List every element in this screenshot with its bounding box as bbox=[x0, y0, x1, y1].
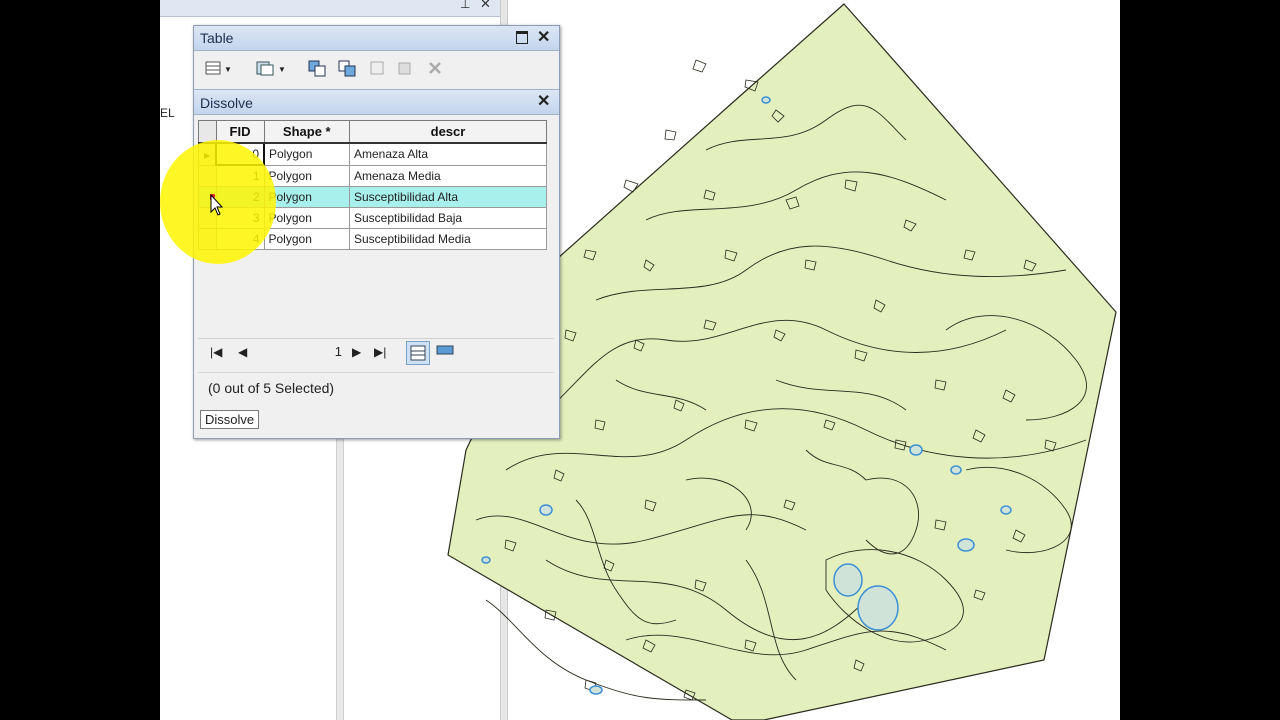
cell-descr[interactable]: Amenaza Alta bbox=[349, 142, 547, 166]
table-header-row: FID Shape * descr bbox=[198, 120, 547, 144]
mouse-pointer-icon bbox=[210, 194, 224, 216]
clear-selection-icon[interactable] bbox=[338, 59, 356, 77]
cell-descr[interactable]: Susceptibilidad Alta bbox=[349, 186, 547, 208]
tab-dissolve[interactable]: Dissolve bbox=[200, 410, 260, 429]
next-record-icon[interactable]: ▶ bbox=[352, 345, 361, 359]
delete-icon[interactable] bbox=[426, 59, 444, 77]
show-selected-records-icon[interactable] bbox=[434, 341, 456, 363]
last-record-icon[interactable]: ▶| bbox=[374, 345, 386, 359]
selected-rows-icon bbox=[436, 345, 454, 355]
previous-record-icon[interactable]: ◀ bbox=[238, 345, 247, 359]
column-header-shape[interactable]: Shape * bbox=[263, 120, 350, 144]
desktop-screen: ⊥ ✕ EL Table ✕ ▼ ▼ Dissolve ✕ FID Shape … bbox=[160, 0, 1120, 720]
table-options-icon[interactable] bbox=[204, 59, 222, 77]
zoom-to-selected-icon[interactable] bbox=[368, 59, 386, 77]
table-toolbar: ▼ ▼ bbox=[194, 51, 559, 85]
cell-shape[interactable]: Polygon bbox=[263, 186, 350, 208]
toc-panel-header bbox=[160, 0, 346, 17]
switch-selection-icon[interactable] bbox=[308, 59, 326, 77]
window-close-icon[interactable]: ✕ bbox=[537, 27, 550, 47]
table-tab-header[interactable]: Dissolve ✕ bbox=[194, 89, 559, 115]
window-title: Table bbox=[200, 30, 234, 46]
chevron-down-icon[interactable]: ▼ bbox=[278, 65, 286, 74]
panel-splitter[interactable] bbox=[336, 430, 344, 720]
window-title-bar[interactable]: Table ✕ bbox=[194, 26, 559, 51]
table-tab-title: Dissolve bbox=[200, 95, 253, 111]
cell-descr[interactable]: Amenaza Media bbox=[349, 164, 547, 187]
status-divider bbox=[198, 372, 554, 373]
maximize-icon[interactable] bbox=[516, 31, 528, 44]
first-record-icon[interactable]: |◀ bbox=[210, 345, 222, 359]
cell-descr[interactable]: Susceptibilidad Media bbox=[349, 228, 547, 250]
current-record-field[interactable]: 1 bbox=[268, 342, 342, 362]
tab-close-icon[interactable]: ✕ bbox=[537, 91, 550, 111]
toc-layer-label: EL bbox=[160, 106, 175, 120]
show-all-records-icon[interactable] bbox=[406, 341, 430, 365]
record-navigation-bar: |◀ ◀ 1 ▶ ▶| bbox=[198, 338, 554, 369]
selection-status: (0 out of 5 Selected) bbox=[208, 380, 335, 396]
cell-shape[interactable]: Polygon bbox=[263, 142, 350, 166]
select-by-attributes-icon[interactable] bbox=[256, 59, 274, 77]
cell-shape[interactable]: Polygon bbox=[263, 207, 350, 229]
cell-shape[interactable]: Polygon bbox=[263, 228, 350, 250]
table-rows-icon bbox=[410, 345, 426, 361]
chevron-down-icon[interactable]: ▼ bbox=[224, 65, 232, 74]
delete-selected-icon[interactable] bbox=[396, 59, 414, 77]
column-header-descr[interactable]: descr bbox=[349, 120, 547, 144]
cell-descr[interactable]: Susceptibilidad Baja bbox=[349, 207, 547, 229]
cell-shape[interactable]: Polygon bbox=[263, 164, 350, 187]
